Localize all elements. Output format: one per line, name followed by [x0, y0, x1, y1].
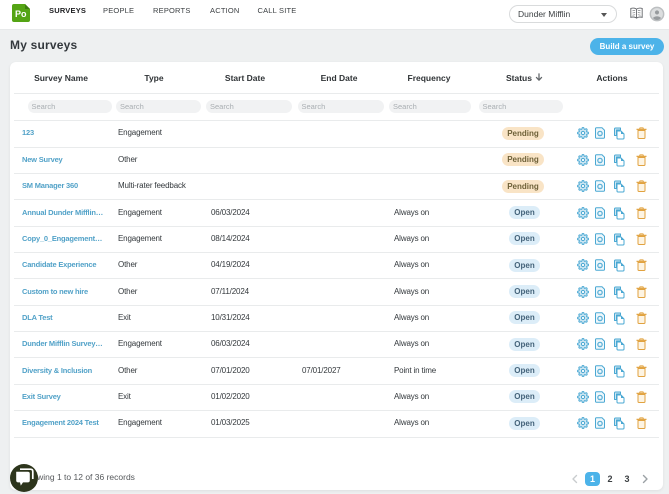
svg-text:Po: Po — [15, 9, 27, 19]
